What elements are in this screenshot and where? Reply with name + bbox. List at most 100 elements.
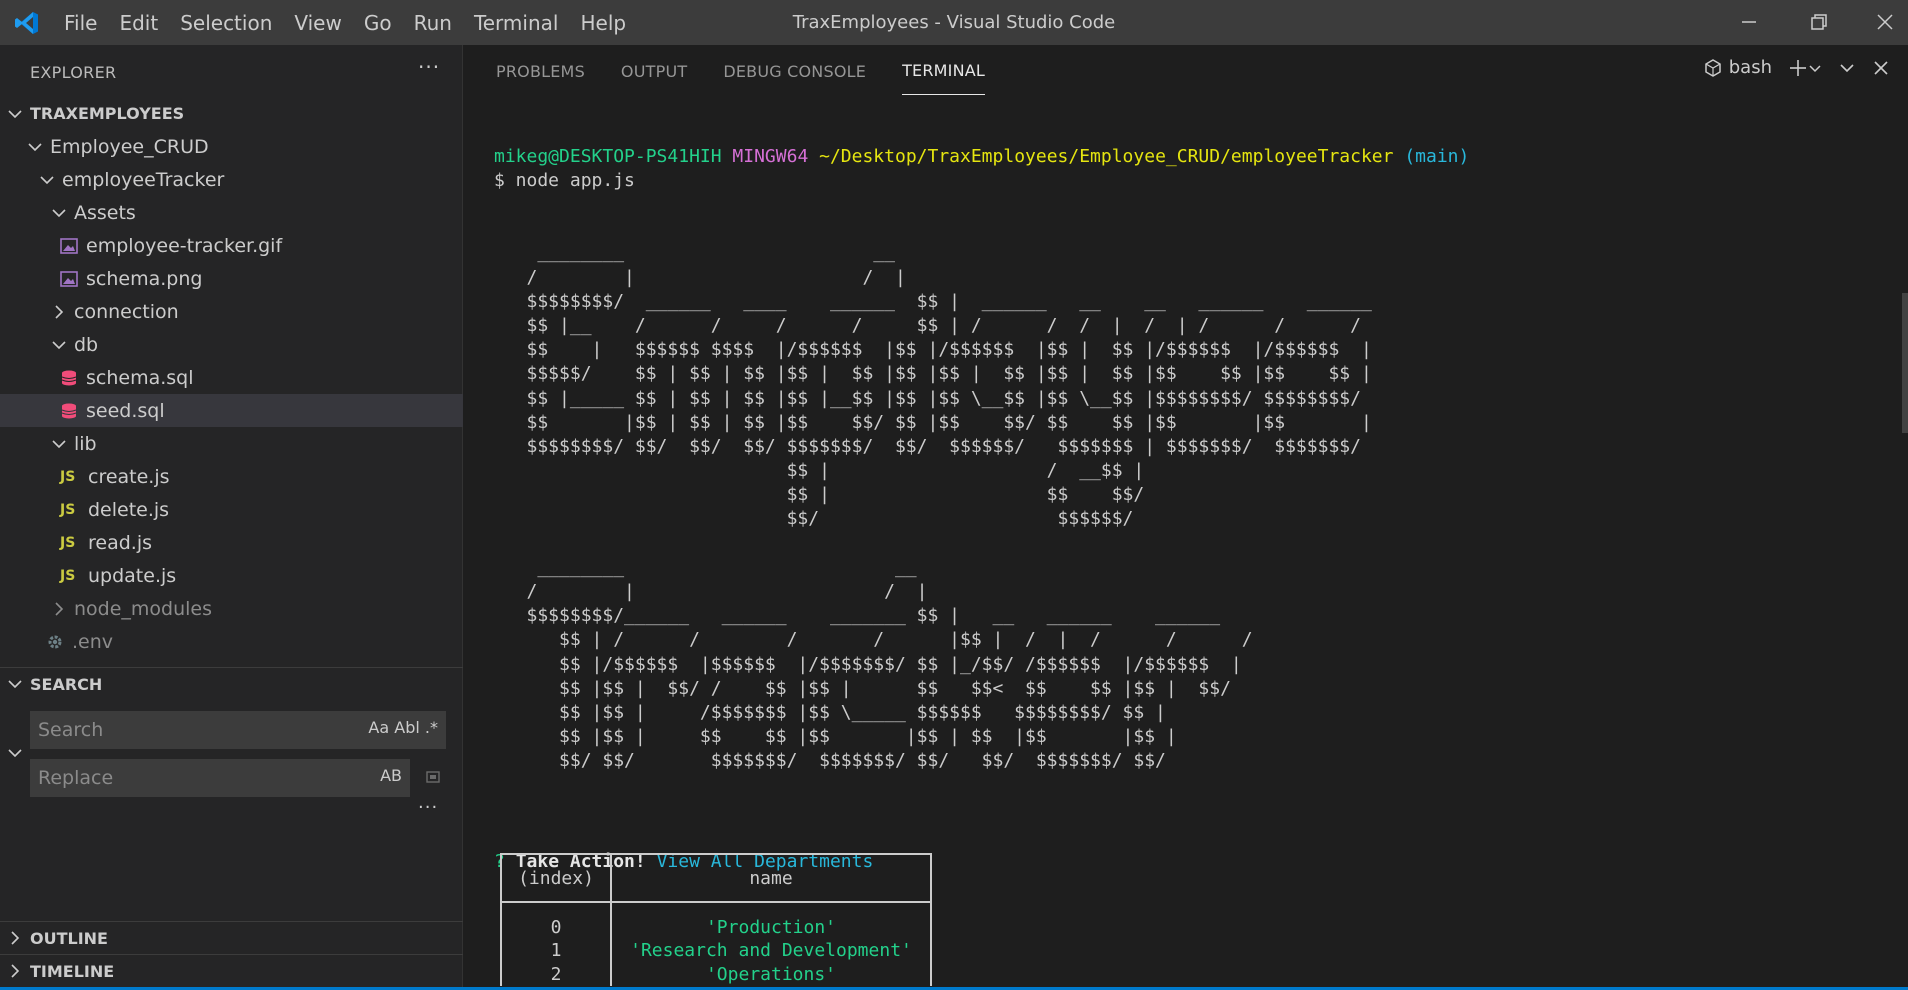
column-header-name: name xyxy=(610,853,932,903)
cell-index: 2 xyxy=(500,962,612,986)
tree-folder-employee-tracker[interactable]: employeeTracker xyxy=(0,163,463,196)
vscode-logo-icon[interactable] xyxy=(14,10,40,36)
ascii-art-line: $$$$$$$$/______ ______ _______ $$ | __ _… xyxy=(494,605,1221,627)
table-row: 0 'Production' xyxy=(500,902,932,938)
image-file-icon xyxy=(60,270,78,287)
ascii-art-line xyxy=(494,532,1469,556)
terminal-dropdown-chevron-icon[interactable] xyxy=(1808,61,1822,75)
search-placeholder: Search xyxy=(38,719,104,741)
tab-terminal[interactable]: TERMINAL xyxy=(902,47,986,95)
ascii-art-line: $$ |_____ $$ | $$ | $$ |$$ |__$$ |$$ |$$… xyxy=(494,387,1361,409)
prompt-user: mikeg@DESKTOP-PS41HIH xyxy=(494,146,722,167)
tree-item-label: update.js xyxy=(88,564,177,587)
terminal-shell-icon xyxy=(1705,58,1721,77)
prompt-path: ~/Desktop/TraxEmployees/Employee_CRUD/em… xyxy=(819,146,1394,167)
tab-problems[interactable]: PROBLEMS xyxy=(496,48,585,95)
minimize-button[interactable] xyxy=(1726,0,1772,45)
menu-file[interactable]: File xyxy=(64,11,97,35)
tree-file-read-js[interactable]: JS read.js xyxy=(0,526,463,559)
ascii-art-line: $$ |$$ | $$ | $$ |$$ $$/ $$ |$$ $$/ $$ $… xyxy=(494,411,1372,433)
tree-folder-node-modules[interactable]: node_modules xyxy=(0,592,463,625)
more-search-actions-icon[interactable]: ··· xyxy=(418,797,438,818)
menu-help[interactable]: Help xyxy=(580,11,626,35)
tree-folder-connection[interactable]: connection xyxy=(0,295,463,328)
ascii-art-line: / | / | xyxy=(494,581,928,603)
new-terminal-plus-icon[interactable] xyxy=(1788,58,1808,78)
tree-file-update-js[interactable]: JS update.js xyxy=(0,559,463,592)
regex-icon[interactable]: .* xyxy=(425,718,438,737)
match-case-word-icon[interactable]: Aa Abl xyxy=(368,718,419,737)
chevron-down-icon xyxy=(40,175,54,184)
terminal-scrollbar-thumb[interactable] xyxy=(1902,293,1908,433)
tree-folder-db[interactable]: db xyxy=(0,328,463,361)
menu-bar: File Edit Selection View Go Run Terminal… xyxy=(64,0,648,45)
table-row: 1 'Research and Development' xyxy=(500,938,932,962)
cell-name: 'Research and Development' xyxy=(610,938,932,962)
database-icon xyxy=(61,403,77,418)
panel-actions: bash xyxy=(1703,57,1890,78)
ascii-art-line: $$ |$$ | $$/ / $$ |$$ | $$ $$< $$ $$ |$$… xyxy=(494,677,1231,699)
ascii-art-line: $$/ $$$$$$/ xyxy=(494,508,1134,530)
restore-button[interactable] xyxy=(1796,0,1842,45)
tree-item-label: connection xyxy=(74,300,179,323)
tree-item-label: employeeTracker xyxy=(62,168,225,191)
tree-file-seed-sql[interactable]: seed.sql xyxy=(0,394,463,427)
search-options[interactable]: Aa Abl .* xyxy=(368,718,438,737)
ascii-art-line: $$ |$$ | /$$$$$$$ |$$ \_____ $$$$$$ $$$$… xyxy=(494,701,1166,723)
replace-all-icon[interactable] xyxy=(424,767,444,787)
tree-file-schema-sql[interactable]: schema.sql xyxy=(0,361,463,394)
menu-terminal[interactable]: Terminal xyxy=(474,11,559,35)
terminal-panel: PROBLEMS OUTPUT DEBUG CONSOLE TERMINAL b… xyxy=(464,45,1908,990)
tree-item-label: read.js xyxy=(88,531,153,554)
tree-folder-assets[interactable]: Assets xyxy=(0,196,463,229)
tree-folder-employee-crud[interactable]: Employee_CRUD xyxy=(0,130,463,163)
close-panel-icon[interactable] xyxy=(1872,59,1890,77)
replace-input[interactable]: Replace AB xyxy=(30,759,410,797)
chevron-down-icon xyxy=(8,680,22,689)
tree-file-create-js[interactable]: JS create.js xyxy=(0,460,463,493)
minimize-icon xyxy=(1742,21,1756,23)
javascript-file-icon: JS xyxy=(60,468,76,485)
tree-item-label: .env xyxy=(72,630,114,653)
tree-file-delete-js[interactable]: JS delete.js xyxy=(0,493,463,526)
search-section-header[interactable]: SEARCH xyxy=(0,667,463,700)
restore-icon xyxy=(1811,14,1827,30)
tree-root[interactable]: TRAXEMPLOYEES xyxy=(0,97,463,130)
tree-folder-lib[interactable]: lib xyxy=(0,427,463,460)
ascii-art-line: $$$$$$$$/ $$/ $$/ $$/ $$$$$$$/ $$/ $$$$$… xyxy=(494,435,1361,457)
tree-file-employee-tracker-gif[interactable]: employee-tracker.gif xyxy=(0,229,463,262)
javascript-file-icon: JS xyxy=(60,534,76,551)
search-input[interactable]: Search Aa Abl .* xyxy=(30,711,446,749)
menu-view[interactable]: View xyxy=(294,11,341,35)
menu-run[interactable]: Run xyxy=(414,11,452,35)
tab-output[interactable]: OUTPUT xyxy=(621,48,687,95)
image-file-icon xyxy=(60,237,78,254)
tree-file-schema-png[interactable]: schema.png xyxy=(0,262,463,295)
close-window-button[interactable] xyxy=(1862,0,1908,45)
chevron-down-icon xyxy=(8,109,22,118)
tree-item-label: db xyxy=(74,333,99,356)
prompt-env: MINGW64 xyxy=(732,146,809,167)
ascii-art-line: $$$$$/ $$ | $$ | $$ |$$ | $$ |$$ |$$ | $… xyxy=(494,363,1372,385)
javascript-file-icon: JS xyxy=(60,567,76,584)
timeline-section-header[interactable]: TIMELINE xyxy=(0,954,463,987)
chevron-right-icon xyxy=(11,931,20,945)
toggle-replace-chevron-icon[interactable] xyxy=(6,744,24,762)
menu-selection[interactable]: Selection xyxy=(180,11,272,35)
more-actions-icon[interactable]: ··· xyxy=(418,55,440,79)
ascii-art-banner: ________ __ / | / | $$$$$$$$/ ______ ___… xyxy=(494,241,1469,773)
ascii-art-line: $$/ $$/ $$$$$$$/ $$$$$$$/ $$/ $$/ $$$$$$… xyxy=(494,750,1166,772)
chevron-down-icon xyxy=(52,340,66,349)
ascii-art-line: ________ __ xyxy=(494,242,895,264)
outline-section-header[interactable]: OUTLINE xyxy=(0,921,463,954)
explorer-title: EXPLORER xyxy=(30,63,117,82)
tree-file-env[interactable]: .env xyxy=(0,625,463,658)
preserve-case-icon[interactable]: AB xyxy=(380,766,402,785)
maximize-panel-chevron-icon[interactable] xyxy=(1838,59,1856,77)
shell-name[interactable]: bash xyxy=(1729,57,1772,78)
menu-edit[interactable]: Edit xyxy=(119,11,158,35)
column-header-index: (index) xyxy=(500,853,612,903)
terminal-output[interactable]: mikeg@DESKTOP-PS41HIH MINGW64 ~/Desktop/… xyxy=(494,145,1469,874)
tab-debug-console[interactable]: DEBUG CONSOLE xyxy=(723,48,866,95)
menu-go[interactable]: Go xyxy=(364,11,392,35)
